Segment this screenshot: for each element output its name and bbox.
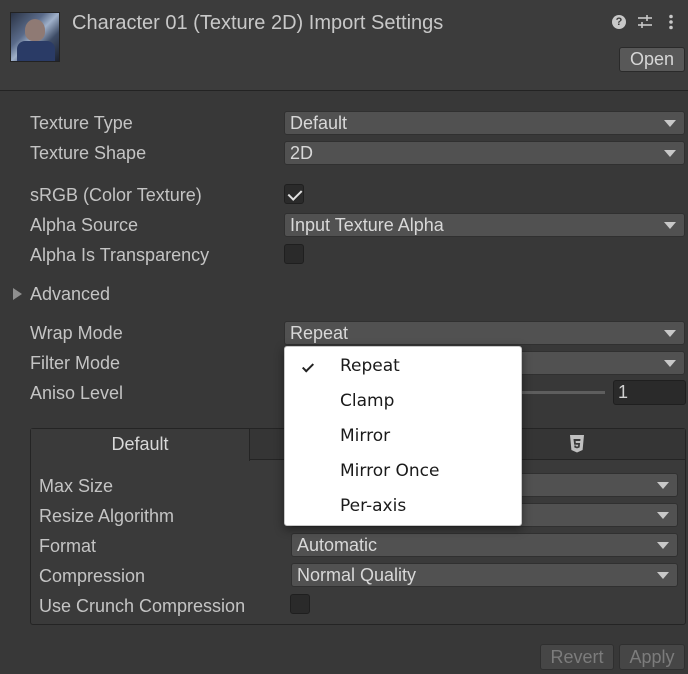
format-label: Format: [39, 536, 97, 556]
aniso-level-label: Aniso Level: [30, 383, 124, 403]
menu-item-label: Mirror Once: [340, 461, 440, 481]
filter-mode-label: Filter Mode: [30, 353, 121, 373]
chevron-down-icon: [664, 222, 676, 229]
menu-item-per-axis[interactable]: Per-axis: [285, 489, 521, 524]
inspector-header: Character 01 (Texture 2D) Import Setting…: [0, 0, 688, 91]
aniso-level-slider[interactable]: [520, 391, 605, 394]
menu-item-mirror-once[interactable]: Mirror Once: [285, 454, 521, 489]
menu-item-label: Per-axis: [340, 496, 407, 516]
menu-item-label: Mirror: [340, 426, 391, 446]
open-button[interactable]: Open: [619, 47, 685, 72]
texture-thumbnail: [10, 12, 60, 62]
chevron-down-icon: [664, 120, 676, 127]
chevron-down-icon: [657, 482, 669, 489]
resize-algorithm-label: Resize Algorithm: [39, 506, 175, 526]
checkmark-icon: [301, 360, 315, 373]
chevron-down-icon: [657, 512, 669, 519]
tab-default[interactable]: Default: [31, 429, 250, 461]
preset-icon[interactable]: [638, 14, 652, 30]
texture-shape-dropdown[interactable]: 2D: [284, 141, 685, 165]
format-dropdown[interactable]: Automatic: [291, 533, 678, 557]
alpha-is-transparency-label: Alpha Is Transparency: [30, 245, 210, 265]
compression-dropdown[interactable]: Normal Quality: [291, 563, 678, 587]
texture-shape-value: 2D: [290, 143, 314, 163]
advanced-foldout[interactable]: Advanced: [30, 284, 110, 305]
menu-item-repeat[interactable]: Repeat: [285, 349, 521, 384]
texture-type-value: Default: [290, 113, 348, 133]
wrap-mode-menu: Repeat Clamp Mirror Mirror Once Per-axis: [284, 346, 522, 526]
inspector-title: Character 01 (Texture 2D) Import Setting…: [72, 12, 444, 34]
chevron-down-icon: [657, 542, 669, 549]
alpha-source-value: Input Texture Alpha: [290, 215, 444, 235]
foldout-arrow-icon[interactable]: [13, 288, 22, 300]
chevron-down-icon: [664, 150, 676, 157]
texture-type-label: Texture Type: [30, 113, 133, 133]
alpha-source-label: Alpha Source: [30, 215, 139, 235]
max-size-label: Max Size: [39, 476, 114, 496]
chevron-down-icon: [664, 360, 676, 367]
menu-item-clamp[interactable]: Clamp: [285, 384, 521, 419]
texture-shape-label: Texture Shape: [30, 143, 147, 163]
menu-item-label: Repeat: [340, 356, 400, 376]
compression-value: Normal Quality: [297, 565, 417, 585]
help-icon[interactable]: ?: [612, 15, 626, 29]
menu-item-label: Clamp: [340, 391, 395, 411]
alpha-is-transparency-checkbox[interactable]: [284, 244, 304, 264]
wrap-mode-dropdown[interactable]: Repeat: [284, 321, 685, 345]
chevron-down-icon: [657, 572, 669, 579]
compression-label: Compression: [39, 566, 146, 586]
html5-icon[interactable]: [569, 434, 585, 454]
revert-button[interactable]: Revert: [540, 644, 614, 670]
wrap-mode-label: Wrap Mode: [30, 323, 123, 343]
format-value: Automatic: [297, 535, 378, 555]
srgb-label: sRGB (Color Texture): [30, 185, 202, 205]
more-icon[interactable]: [664, 14, 678, 30]
wrap-mode-value: Repeat: [290, 323, 349, 343]
alpha-source-dropdown[interactable]: Input Texture Alpha: [284, 213, 685, 237]
aniso-level-field[interactable]: 1: [613, 380, 686, 405]
menu-item-mirror[interactable]: Mirror: [285, 419, 521, 454]
apply-button[interactable]: Apply: [619, 644, 685, 670]
srgb-checkbox[interactable]: [284, 184, 304, 204]
texture-type-dropdown[interactable]: Default: [284, 111, 685, 135]
chevron-down-icon: [664, 330, 676, 337]
use-crunch-checkbox[interactable]: [290, 594, 310, 614]
use-crunch-label: Use Crunch Compression: [39, 596, 246, 616]
